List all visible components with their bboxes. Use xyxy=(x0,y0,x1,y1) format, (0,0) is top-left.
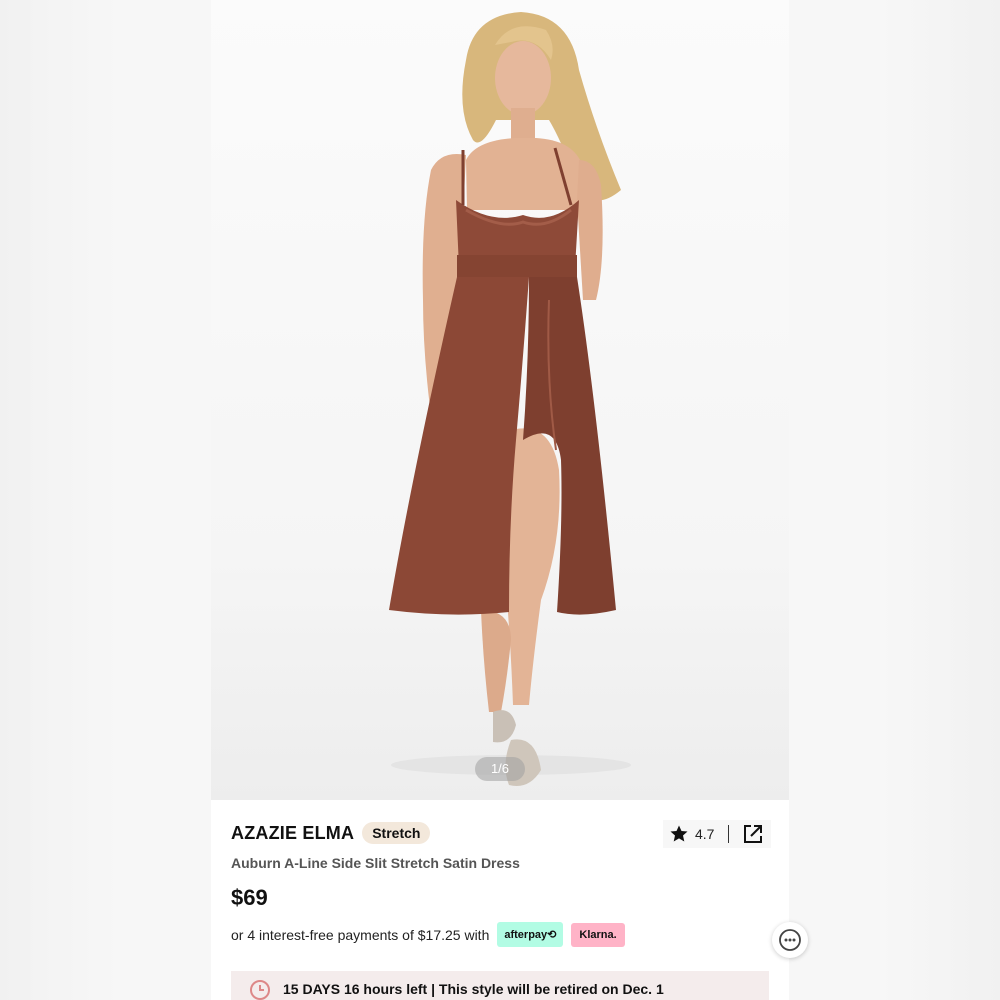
product-page: 1/6 AZAZIE ELMA Stretch 4.7 Auburn A-Lin xyxy=(211,0,789,1000)
brand-name: AZAZIE ELMA xyxy=(231,822,355,843)
screen: 1/6 AZAZIE ELMA Stretch 4.7 Auburn A-Lin xyxy=(0,0,1000,1000)
clock-icon xyxy=(250,980,270,1000)
more-options-button[interactable] xyxy=(772,922,808,958)
klarna-badge[interactable]: Klarna. xyxy=(571,922,625,947)
product-photo xyxy=(389,12,631,786)
face xyxy=(495,41,551,115)
product-price: $69 xyxy=(231,885,268,910)
more-dots-icon xyxy=(779,929,801,951)
product-title: Auburn A-Line Side Slit Stretch Satin Dr… xyxy=(231,855,520,871)
brand-row: AZAZIE ELMA Stretch xyxy=(231,822,431,844)
installment-row: or 4 interest-free payments of $17.25 wi… xyxy=(231,922,625,947)
rating-share-box: 4.7 xyxy=(663,820,771,848)
dress-waistband xyxy=(457,255,577,277)
retirement-banner: 15 DAYS 16 hours left | This style will … xyxy=(231,971,769,1000)
product-image-gallery[interactable]: 1/6 xyxy=(211,0,789,800)
product-info: AZAZIE ELMA Stretch 4.7 Auburn A-Line Si… xyxy=(211,800,789,1000)
dress-skirt-left xyxy=(389,277,529,615)
back-leg xyxy=(481,610,511,712)
right-arm xyxy=(577,160,603,300)
stretch-badge: Stretch xyxy=(362,822,431,844)
installment-text: or 4 interest-free payments of $17.25 wi… xyxy=(231,926,490,943)
shoe-back xyxy=(493,710,516,743)
banner-text: 15 DAYS 16 hours left | This style will … xyxy=(283,981,664,997)
share-icon[interactable] xyxy=(742,823,764,845)
star-icon xyxy=(670,825,688,842)
afterpay-badge[interactable]: afterpay⟲ xyxy=(497,922,564,947)
rating-value[interactable]: 4.7 xyxy=(695,826,714,842)
image-counter: 1/6 xyxy=(475,757,525,781)
rating-divider xyxy=(728,825,730,843)
